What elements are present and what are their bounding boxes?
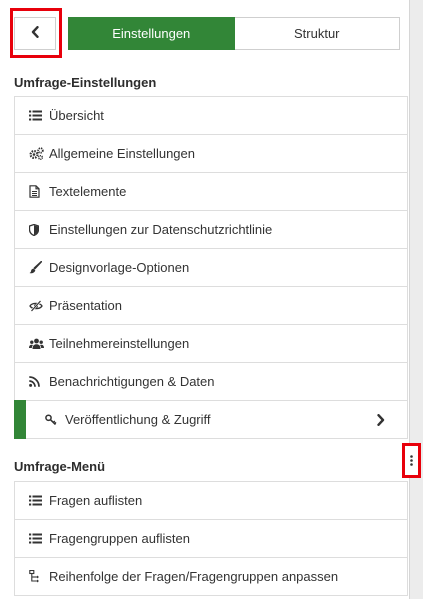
- more-vertical-icon: [410, 455, 413, 466]
- paintbrush-icon: [29, 261, 45, 275]
- menu-item-list-question-groups[interactable]: Fragengruppen auflisten: [14, 520, 408, 558]
- menu-item-theme-options[interactable]: Designvorlage-Optionen: [14, 249, 408, 287]
- menu-item-label: Reihenfolge der Fragen/Fragengruppen anp…: [49, 569, 339, 584]
- list-icon: [29, 109, 45, 123]
- menu-item-general-settings[interactable]: Allgemeine Einstellungen: [14, 135, 408, 173]
- menu-item-label: Präsentation: [49, 298, 122, 313]
- menu-item-privacy-policy[interactable]: Einstellungen zur Datenschutzrichtlinie: [14, 211, 408, 249]
- menu-item-notifications-data[interactable]: Benachrichtigungen & Daten: [14, 363, 408, 401]
- menu-item-label: Teilnehmereinstellungen: [49, 336, 190, 351]
- menu-item-presentation[interactable]: Präsentation: [14, 287, 408, 325]
- menu-item-publication-access[interactable]: Veröffentlichung & Zugriff: [14, 400, 408, 439]
- back-button[interactable]: [10, 8, 62, 58]
- tab-struktur[interactable]: Struktur: [234, 17, 400, 50]
- list-icon: [29, 494, 45, 508]
- menu-item-label: Fragengruppen auflisten: [49, 531, 190, 546]
- users-icon: [29, 337, 45, 351]
- menu-item-participant-settings[interactable]: Teilnehmereinstellungen: [14, 325, 408, 363]
- gears-icon: [29, 147, 45, 161]
- menu-item-label: Veröffentlichung & Zugriff: [65, 412, 211, 427]
- tab-bar: Einstellungen Struktur: [68, 17, 400, 50]
- section-title-survey-settings: Umfrage-Einstellungen: [14, 75, 157, 90]
- panel-resize-rail: [409, 0, 423, 599]
- resize-handle[interactable]: [402, 443, 421, 478]
- menu-item-overview[interactable]: Übersicht: [14, 97, 408, 135]
- chevron-left-icon: [31, 25, 39, 43]
- menu-item-label: Textelemente: [49, 184, 127, 199]
- menu-item-label: Einstellungen zur Datenschutzrichtlinie: [49, 222, 273, 237]
- menu-item-label: Allgemeine Einstellungen: [49, 146, 195, 161]
- side-panel: Einstellungen Struktur Umfrage-Einstellu…: [0, 0, 409, 599]
- tab-einstellungen[interactable]: Einstellungen: [68, 17, 235, 50]
- eye-slash-icon: [29, 299, 45, 313]
- menu-item-label: Designvorlage-Optionen: [49, 260, 190, 275]
- menu-item-label: Übersicht: [49, 108, 104, 123]
- rss-icon: [29, 375, 45, 389]
- menu-item-text-elements[interactable]: Textelemente: [14, 173, 408, 211]
- section-title-survey-menu: Umfrage-Menü: [14, 459, 106, 474]
- chevron-right-icon: [377, 414, 385, 429]
- key-icon: [45, 413, 61, 427]
- menu-item-list-questions[interactable]: Fragen auflisten: [14, 482, 408, 520]
- menu-item-label: Fragen auflisten: [49, 493, 143, 508]
- menu-item-reorder-questions[interactable]: Reihenfolge der Fragen/Fragengruppen anp…: [14, 558, 408, 596]
- sitemap-icon: [29, 570, 45, 584]
- panel-header: Einstellungen Struktur: [10, 8, 400, 58]
- shield-icon: [29, 223, 45, 237]
- list-icon: [29, 532, 45, 546]
- file-text-icon: [29, 185, 45, 199]
- survey-menu-list: Fragen auflisten Fragengruppen auflisten…: [14, 481, 408, 596]
- survey-settings-list: Übersicht Allgemeine Einstellungen Texte…: [14, 96, 408, 439]
- menu-item-label: Benachrichtigungen & Daten: [49, 374, 215, 389]
